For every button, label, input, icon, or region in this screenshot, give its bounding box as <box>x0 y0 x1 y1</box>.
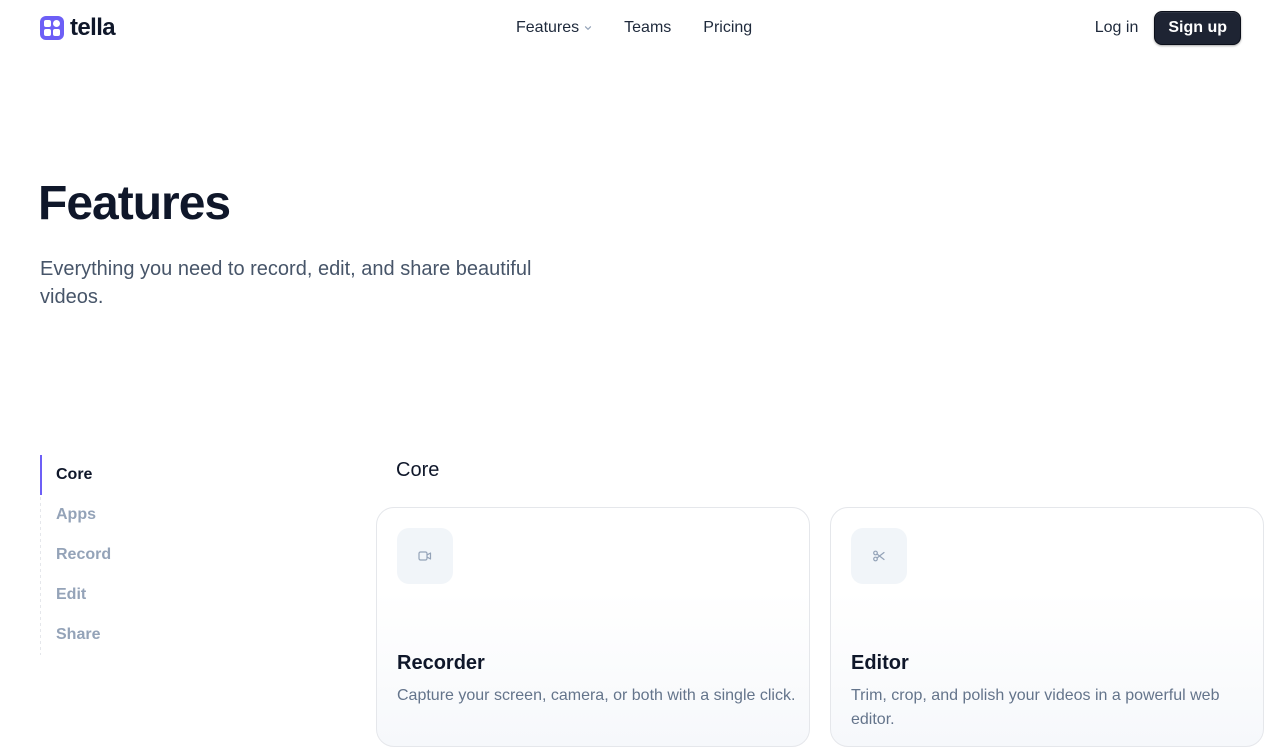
nav-item-label: Teams <box>624 19 672 36</box>
video-camera-icon <box>418 551 432 561</box>
logo-link[interactable]: tella <box>40 14 116 41</box>
card-description: Trim, crop, and polish your videos in a … <box>851 687 1220 728</box>
features-sidenav: Core Apps Record Edit Share <box>40 455 240 655</box>
sidenav-item-apps[interactable]: Apps <box>40 495 240 535</box>
nav-item-teams[interactable]: Teams <box>624 18 671 38</box>
login-link[interactable]: Log in <box>1095 19 1139 37</box>
sidenav-item-record[interactable]: Record <box>40 535 240 575</box>
scissors-icon <box>873 550 885 562</box>
feature-card-recorder[interactable]: Recorder Capture your screen, camera, or… <box>376 507 810 747</box>
nav-item-label: Pricing <box>703 19 753 36</box>
page-subtitle: Everything you need to record, edit, and… <box>40 258 532 308</box>
card-icon-box <box>851 528 907 584</box>
nav-item-label: Features <box>516 19 580 36</box>
sidenav-item-edit[interactable]: Edit <box>40 575 240 615</box>
auth-actions: Log in Sign up <box>1095 11 1241 45</box>
main-nav: Features Teams Pricing <box>516 18 752 38</box>
tella-logo-icon <box>40 16 64 40</box>
sidenav-item-label: Record <box>56 546 112 563</box>
nav-item-pricing[interactable]: Pricing <box>703 18 752 38</box>
section-title: Core <box>396 459 440 481</box>
sidenav-item-core[interactable]: Core <box>40 455 240 495</box>
page-title: Features <box>38 177 231 230</box>
nav-item-features[interactable]: Features <box>516 18 592 38</box>
site-header: tella Features Teams Pricing Log in Sign… <box>0 0 1280 56</box>
sidenav-item-share[interactable]: Share <box>40 615 240 655</box>
sidenav-item-label: Apps <box>56 506 96 523</box>
card-description: Capture your screen, camera, or both wit… <box>397 687 796 704</box>
card-title: Recorder <box>397 652 485 674</box>
sidenav-item-label: Core <box>56 466 93 483</box>
chevron-down-icon <box>585 26 592 30</box>
sidenav-item-label: Share <box>56 626 101 643</box>
feature-card-editor[interactable]: Editor Trim, crop, and polish your video… <box>830 507 1264 747</box>
logo-wordmark: tella <box>70 14 116 41</box>
signup-button[interactable]: Sign up <box>1154 11 1241 45</box>
sidenav-item-label: Edit <box>56 586 87 603</box>
card-title: Editor <box>851 652 909 674</box>
card-icon-box <box>397 528 453 584</box>
